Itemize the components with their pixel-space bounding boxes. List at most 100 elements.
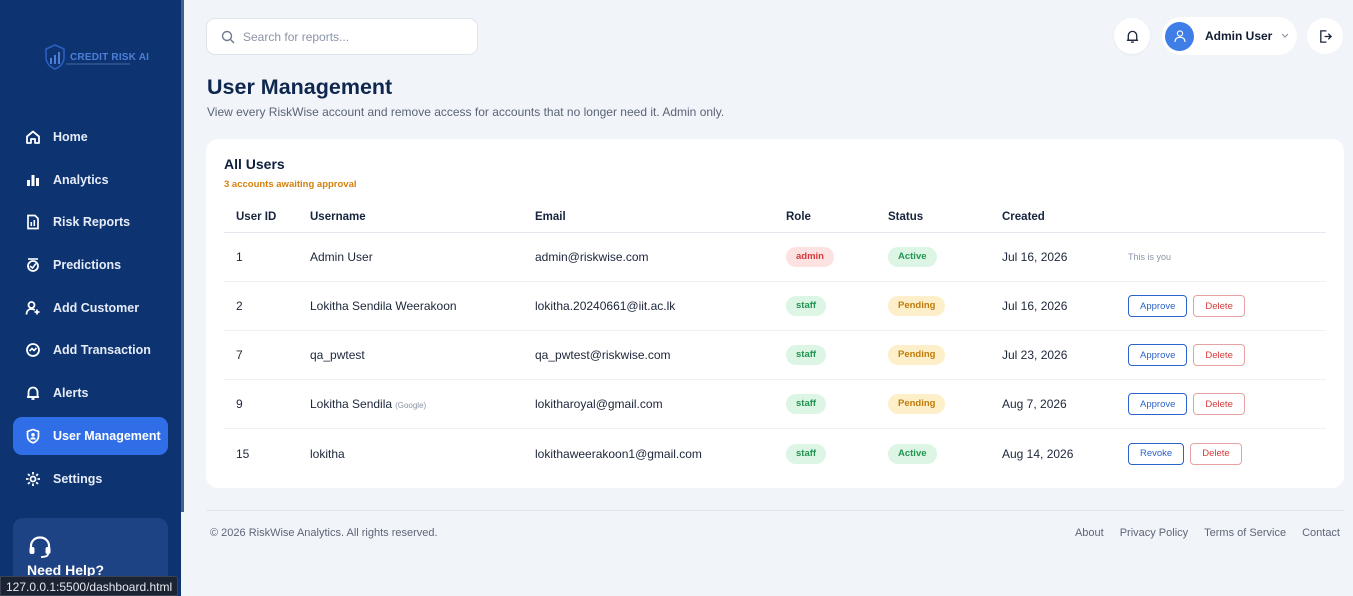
avatar — [1165, 21, 1194, 51]
column-header-user-id: User ID — [236, 211, 277, 223]
cell-role: staff — [786, 394, 888, 414]
cell-actions: Approve Delete — [1128, 344, 1326, 366]
column-header-created: Created — [1002, 211, 1045, 223]
pending-approval-note: 3 accounts awaiting approval — [224, 179, 357, 190]
table-row: 2 Lokitha Sendila Weerakoon lokitha.2024… — [224, 282, 1326, 331]
role-badge: staff — [786, 443, 827, 464]
cell-role: admin — [786, 247, 888, 267]
cell-actions: This is you — [1128, 252, 1326, 262]
brand-logo[interactable]: CREDIT RISK AI — [44, 44, 149, 70]
cell-email: lokithaweerakoon1@gmail.com — [535, 446, 702, 461]
role-badge: staff — [786, 394, 827, 414]
role-badge: staff — [786, 296, 827, 316]
column-header-email: Email — [535, 211, 566, 223]
cell-email: qa_pwtest@riskwise.com — [535, 348, 671, 362]
self-account-note: This is you — [1128, 252, 1172, 262]
cell-username: Lokitha Sendila Weerakoon — [310, 299, 535, 313]
bell-icon — [25, 385, 41, 401]
sidebar-item-risk-reports[interactable]: Risk Reports — [13, 203, 168, 241]
search-box[interactable] — [206, 18, 478, 55]
cell-status: Pending — [888, 394, 1002, 414]
table-row: 1 Admin User admin@riskwise.com admin Ac… — [224, 233, 1326, 282]
username-text: Lokitha Sendila Weerakoon — [310, 299, 457, 313]
sidebar-item-alerts[interactable]: Alerts — [13, 374, 168, 412]
sidebar-item-settings[interactable]: Settings — [13, 460, 168, 498]
table-row: 9 Lokitha Sendila (Google) lokitharoyal@g… — [224, 380, 1326, 429]
cell-username: Admin User — [310, 250, 535, 264]
cell-username: qa_pwtest — [310, 348, 535, 362]
cell-username: lokitha — [310, 447, 535, 461]
approve-button[interactable]: Approve — [1128, 295, 1188, 317]
logout-button[interactable] — [1307, 18, 1343, 54]
sidebar-item-label: Risk Reports — [53, 215, 131, 230]
sidebar-item-analytics[interactable]: Analytics — [13, 161, 168, 199]
bell-icon — [1126, 30, 1138, 43]
cell-email: lokitha.20240661@iit.ac.lk — [535, 299, 676, 313]
footer-link-terms[interactable]: Terms of Service — [1204, 527, 1286, 539]
chevron-down-icon — [1281, 33, 1289, 38]
sidebar-scrollbar[interactable] — [181, 0, 184, 512]
footer-link-contact[interactable]: Contact — [1302, 527, 1340, 539]
cell-username: Lokitha Sendila (Google) — [310, 397, 535, 411]
cell-status: Pending — [888, 345, 1002, 365]
footer-link-about[interactable]: About — [1075, 527, 1104, 539]
cell-role: staff — [786, 443, 888, 464]
gear-icon — [25, 471, 41, 487]
status-badge: Active — [888, 443, 937, 464]
sidebar-item-user-management[interactable]: User Management — [13, 416, 168, 455]
cell-user-id: 1 — [236, 250, 243, 264]
add-user-icon — [25, 300, 41, 316]
status-badge: Active — [888, 247, 937, 267]
search-icon — [221, 30, 235, 43]
browser-status-url: 127.0.0.1:5500/dashboard.html — [0, 576, 179, 596]
cell-created: Aug 14, 2026 — [1002, 446, 1074, 461]
sidebar-item-add-customer[interactable]: Add Customer — [13, 289, 168, 327]
cell-status: Active — [888, 443, 1002, 464]
approve-button[interactable]: Approve — [1128, 393, 1188, 415]
cell-created: Aug 7, 2026 — [1002, 397, 1067, 411]
approve-button[interactable]: Approve — [1128, 344, 1188, 366]
page-subtitle: View every RiskWise account and remove a… — [207, 105, 725, 119]
username-text: Lokitha Sendila — [310, 397, 393, 411]
cell-status: Pending — [888, 296, 1002, 316]
sidebar-item-label: Home — [53, 130, 88, 144]
notifications-button[interactable] — [1114, 18, 1150, 54]
cell-role: staff — [786, 296, 888, 316]
search-input[interactable] — [243, 29, 463, 44]
table-row: 7 qa_pwtest qa_pwtest@riskwise.com staff… — [224, 331, 1326, 380]
sidebar-item-label: Settings — [53, 471, 103, 486]
brand-tagline-bar — [66, 63, 130, 65]
sidebar-item-home[interactable]: Home — [13, 118, 168, 156]
cell-user-id: 9 — [236, 397, 243, 411]
sidebar-item-add-transaction[interactable]: Add Transaction — [13, 331, 168, 369]
revoke-button[interactable]: Revoke — [1128, 442, 1185, 465]
delete-button[interactable]: Delete — [1193, 344, 1245, 366]
username-text: Admin User — [310, 250, 373, 264]
sidebar: CREDIT RISK AI Home Analytics Risk Repor… — [0, 0, 181, 596]
cell-created: Jul 16, 2026 — [1002, 250, 1068, 264]
cell-email: lokitharoyal@gmail.com — [535, 397, 663, 411]
sidebar-item-label: Add Customer — [53, 300, 140, 315]
column-header-status: Status — [888, 211, 924, 223]
brand-logo-text: CREDIT RISK AI — [70, 51, 150, 63]
users-card: All Users 3 accounts awaiting approval U… — [206, 139, 1344, 488]
status-badge: Pending — [888, 394, 946, 414]
cell-role: staff — [786, 345, 888, 365]
shield-logo-icon — [45, 44, 65, 70]
role-badge: staff — [786, 345, 827, 365]
role-badge: admin — [786, 247, 834, 267]
page-title: User Management — [207, 75, 393, 99]
copyright-text: © 2026 RiskWise Analytics. All rights re… — [210, 527, 438, 539]
transaction-icon — [25, 342, 41, 358]
table-row: 15 lokitha lokithaweerakoon1@gmail.com s… — [224, 429, 1326, 478]
prediction-icon — [25, 257, 41, 273]
delete-button[interactable]: Delete — [1193, 393, 1245, 415]
sidebar-item-predictions[interactable]: Predictions — [13, 246, 168, 284]
footer-divider — [206, 510, 1344, 511]
delete-button[interactable]: Delete — [1193, 295, 1245, 317]
user-menu[interactable]: Admin User — [1162, 17, 1297, 55]
username-text: lokitha — [310, 446, 345, 461]
cell-actions: Revoke Delete — [1128, 442, 1326, 465]
footer-link-privacy[interactable]: Privacy Policy — [1120, 527, 1188, 539]
delete-button[interactable]: Delete — [1190, 442, 1242, 465]
